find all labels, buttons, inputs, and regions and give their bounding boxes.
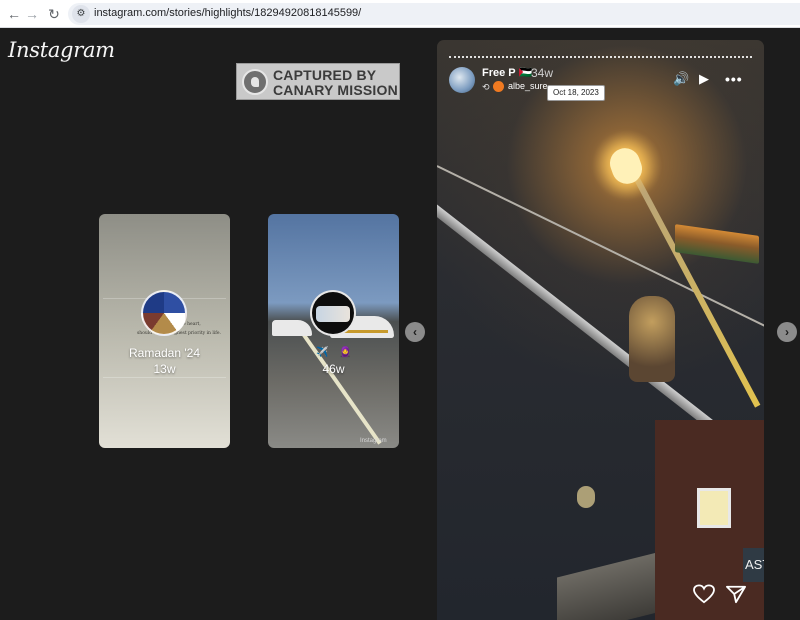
highlight-avatar xyxy=(141,290,187,336)
reposter-avatar[interactable] xyxy=(493,81,504,92)
highlight-age: 46w xyxy=(322,362,345,376)
story-progress-bar xyxy=(449,56,752,58)
storefront-sign: AST xyxy=(743,548,764,582)
flag-graphic xyxy=(675,224,759,264)
sound-icon[interactable]: 🔊 xyxy=(673,71,689,87)
airplane-graphic xyxy=(272,320,312,336)
highlight-age: 13w xyxy=(153,362,176,376)
photo-credit: Instagram xyxy=(360,438,387,444)
play-icon[interactable]: ▶ xyxy=(699,71,709,87)
watermark-stamp: CAPTURED BY CANARY MISSION xyxy=(236,63,400,100)
watermark-line-1: CAPTURED BY xyxy=(273,67,377,83)
instagram-logo[interactable]: Instagram xyxy=(8,38,115,62)
canary-seal-icon xyxy=(242,69,268,95)
like-heart-icon[interactable] xyxy=(693,584,715,604)
highlight-card-planes[interactable]: ✈️ 🧕 46w Instagram xyxy=(268,214,399,448)
forward-arrow-icon[interactable]: → xyxy=(22,4,42,24)
next-story-button[interactable]: › xyxy=(777,322,797,342)
reload-icon[interactable]: ↻ xyxy=(44,4,64,24)
watermark-line-2: CANARY MISSION xyxy=(273,82,398,98)
browser-toolbar: ← → ↻ ⚙ instagram.com/stories/highlights… xyxy=(0,0,800,28)
runway-marking xyxy=(298,327,382,445)
story-author-avatar[interactable] xyxy=(449,67,475,93)
url-text[interactable]: instagram.com/stories/highlights/1829492… xyxy=(94,7,361,19)
back-arrow-icon[interactable]: ← xyxy=(4,4,24,24)
share-send-icon[interactable] xyxy=(725,584,747,604)
story-viewer[interactable]: AST Free P 🇵🇸 34w ⟲ albe_sure Oct 18, 20… xyxy=(437,40,764,620)
moon-graphic xyxy=(577,486,595,508)
highlight-emoji-title: ✈️ 🧕 xyxy=(316,347,356,358)
story-timestamp: 34w xyxy=(531,66,554,80)
reposter-username[interactable]: albe_sure xyxy=(508,81,548,91)
repost-icon: ⟲ xyxy=(482,82,490,92)
previous-story-button[interactable]: ‹ xyxy=(405,322,425,342)
site-info-icon[interactable]: ⚙ xyxy=(72,5,90,23)
story-author-name[interactable]: Free P 🇵🇸 xyxy=(482,66,532,79)
person-graphic xyxy=(629,296,675,382)
highlight-title: Ramadan '24 xyxy=(128,346,200,360)
highlight-avatar xyxy=(310,290,356,336)
more-options-icon[interactable]: ••• xyxy=(725,71,743,87)
highlight-card-ramadan[interactable]: a pure heart, should be our highest prio… xyxy=(99,214,230,448)
address-bar[interactable]: ⚙ instagram.com/stories/highlights/18294… xyxy=(68,3,800,25)
window-graphic xyxy=(697,488,731,528)
date-tooltip: Oct 18, 2023 xyxy=(547,85,605,101)
